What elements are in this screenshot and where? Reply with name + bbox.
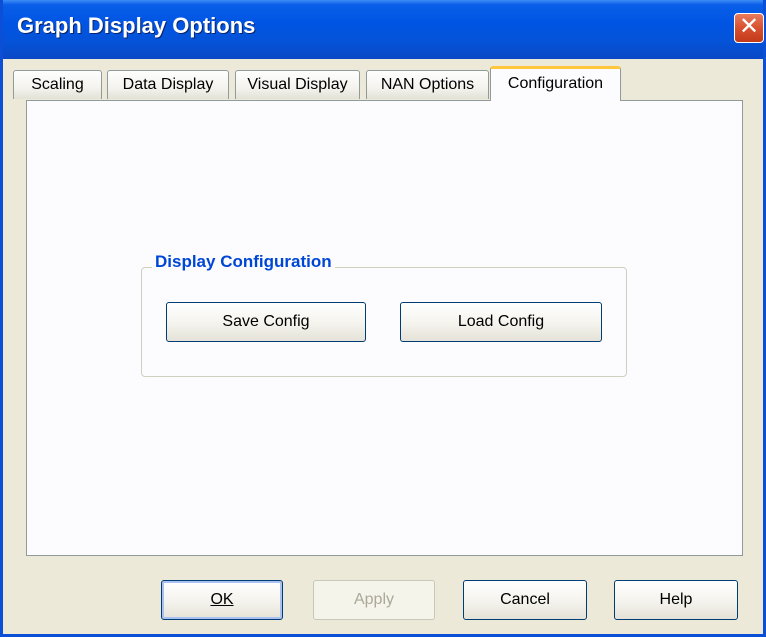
display-configuration-group: Display Configuration Save Config Load C… <box>141 252 627 377</box>
title-bar[interactable]: Graph Display Options ✕ <box>3 0 764 59</box>
save-config-button[interactable]: Save Config <box>166 302 366 342</box>
tab-data-display[interactable]: Data Display <box>107 70 229 99</box>
window-title: Graph Display Options <box>17 13 256 38</box>
group-title: Display Configuration <box>152 252 335 272</box>
tab-scaling[interactable]: Scaling <box>13 70 102 99</box>
tab-configuration[interactable]: Configuration <box>490 66 621 101</box>
load-config-button[interactable]: Load Config <box>400 302 602 342</box>
help-button[interactable]: Help <box>614 580 738 620</box>
ok-button[interactable]: OK <box>161 580 283 620</box>
tab-nan-options[interactable]: NAN Options <box>366 70 489 99</box>
ok-label: OK <box>210 591 234 608</box>
apply-button[interactable]: Apply <box>313 580 435 620</box>
close-icon[interactable]: ✕ <box>734 13 764 43</box>
tab-panel-configuration: Display Configuration Save Config Load C… <box>26 100 743 556</box>
graph-display-options-dialog: Graph Display Options ✕ Scaling Data Dis… <box>0 0 766 637</box>
cancel-button[interactable]: Cancel <box>463 580 587 620</box>
tab-visual-display[interactable]: Visual Display <box>235 70 360 99</box>
